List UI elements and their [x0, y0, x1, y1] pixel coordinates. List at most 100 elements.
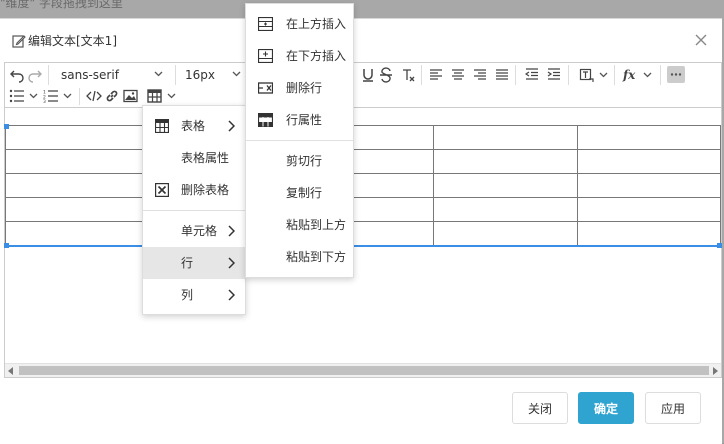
menu-item-paste-row-above[interactable]: 粘贴到上方: [246, 209, 353, 241]
apply-button[interactable]: 应用: [645, 392, 701, 424]
table-row[interactable]: [5, 125, 721, 150]
svg-text:fx: fx: [622, 68, 636, 82]
source-code-icon[interactable]: [86, 89, 102, 103]
toolbar-separator: [568, 65, 569, 85]
menu-item-row[interactable]: 行: [143, 247, 245, 279]
rich-text-editor: sans-serif 16px fx 1 2 3: [4, 62, 722, 378]
delete-row-icon: [258, 82, 273, 94]
table-cell[interactable]: [5, 197, 144, 222]
align-right-icon[interactable]: [473, 68, 487, 82]
table-icon: [155, 119, 169, 133]
image-icon[interactable]: [123, 89, 138, 103]
ok-button[interactable]: 确定: [578, 392, 634, 424]
menu-item-table[interactable]: 表格: [143, 110, 245, 142]
menu-item-label: 在上方插入: [286, 17, 347, 31]
table-row[interactable]: [5, 149, 721, 174]
content-table[interactable]: [5, 125, 721, 246]
menu-item-cut-row[interactable]: 剪切行: [246, 145, 353, 177]
table-cell[interactable]: [433, 125, 578, 150]
menu-item-label: 删除行: [286, 81, 323, 95]
table-context-menu: 表格 表格属性 删除表格 单元格 行 列: [142, 105, 246, 315]
undo-icon[interactable]: [9, 67, 25, 83]
chevron-down-icon[interactable]: [643, 72, 652, 78]
menu-item-row-properties[interactable]: 行属性: [246, 104, 353, 136]
menu-item-label: 行: [181, 256, 194, 270]
chevron-down-icon[interactable]: [63, 93, 72, 99]
strikethrough-icon[interactable]: [379, 67, 393, 83]
table-row[interactable]: [5, 173, 721, 198]
table-cell[interactable]: [5, 173, 144, 198]
menu-item-label: 粘贴到下方: [286, 250, 347, 264]
menu-item-label: 行属性: [286, 113, 323, 127]
toolbar-separator: [614, 65, 615, 85]
font-family-select[interactable]: sans-serif: [61, 65, 169, 85]
redo-icon[interactable]: [27, 67, 43, 83]
menu-item-column[interactable]: 列: [143, 279, 245, 311]
menu-item-label: 在下方插入: [286, 49, 347, 63]
menu-item-insert-row-above[interactable]: 在上方插入: [246, 8, 353, 40]
table-cell[interactable]: [433, 221, 578, 246]
close-icon[interactable]: [692, 31, 710, 49]
table-cell[interactable]: [577, 197, 721, 222]
font-size-select[interactable]: 16px: [185, 65, 245, 85]
chevron-down-icon[interactable]: [29, 93, 38, 99]
menu-item-label: 删除表格: [181, 183, 230, 197]
table-cell[interactable]: [433, 173, 578, 198]
menu-item-insert-row-below[interactable]: 在下方插入: [246, 40, 353, 72]
align-left-icon[interactable]: [429, 68, 443, 82]
scroll-left-icon[interactable]: [8, 367, 13, 375]
bullet-list-icon[interactable]: [9, 89, 25, 103]
link-icon[interactable]: [105, 89, 119, 103]
scrollbar-thumb[interactable]: [19, 366, 709, 375]
table-cell[interactable]: [577, 221, 721, 246]
menu-item-delete-row[interactable]: 删除行: [246, 72, 353, 104]
menu-item-copy-row[interactable]: 复制行: [246, 177, 353, 209]
chevron-down-icon[interactable]: [599, 72, 608, 78]
chevron-down-icon: [154, 71, 163, 77]
scroll-right-icon[interactable]: [713, 367, 718, 375]
table-row[interactable]: [5, 197, 721, 222]
more-button[interactable]: [667, 66, 685, 83]
table-row[interactable]: [5, 221, 721, 246]
toolbar-separator: [421, 65, 422, 85]
indent-icon[interactable]: [547, 68, 561, 82]
table-cell[interactable]: [577, 125, 721, 150]
toolbar-separator: [175, 65, 176, 85]
table-cell[interactable]: [577, 173, 721, 198]
table-cell[interactable]: [433, 149, 578, 174]
horizontal-scrollbar[interactable]: [5, 363, 721, 377]
text-box-icon[interactable]: [579, 67, 595, 83]
align-justify-icon[interactable]: [495, 68, 509, 82]
numbered-list-icon[interactable]: 123: [43, 89, 59, 103]
chevron-down-icon[interactable]: [167, 93, 176, 99]
insert-row-below-icon: [258, 49, 273, 63]
table-cell[interactable]: [5, 149, 144, 174]
underline-icon[interactable]: [361, 67, 375, 83]
toolbar-separator: [515, 65, 516, 85]
outdent-icon[interactable]: [525, 68, 539, 82]
table-cell[interactable]: [433, 197, 578, 222]
menu-item-table-properties[interactable]: 表格属性: [143, 142, 245, 174]
edit-text-dialog: 编辑文本[文本1] sans-serif 16px fx 1 2 3 关闭 确定…: [0, 18, 722, 444]
align-center-icon[interactable]: [451, 68, 465, 82]
dialog-title-text: 编辑文本[文本1]: [28, 34, 117, 48]
more-icon: [670, 73, 682, 76]
editor-toolbar: sans-serif 16px fx 1 2 3: [5, 63, 721, 108]
table-cell[interactable]: [5, 125, 144, 150]
delete-table-icon: [155, 183, 169, 197]
close-button[interactable]: 关闭: [512, 392, 568, 424]
clear-format-icon[interactable]: [401, 67, 415, 83]
dialog-title: 编辑文本[文本1]: [12, 32, 117, 50]
menu-item-delete-table[interactable]: 删除表格: [143, 174, 245, 206]
menu-item-paste-row-below[interactable]: 粘贴到下方: [246, 241, 353, 273]
chevron-right-icon: [228, 225, 235, 237]
table-cell[interactable]: [5, 221, 144, 246]
resize-handle[interactable]: [4, 124, 9, 129]
formula-icon[interactable]: fx: [622, 67, 640, 83]
menu-item-cell[interactable]: 单元格: [143, 215, 245, 247]
svg-text:3: 3: [43, 99, 46, 103]
table-icon[interactable]: [147, 89, 162, 103]
drop-zone-hint: "维度" 字段拖拽到这里: [0, 0, 123, 10]
chevron-right-icon: [228, 257, 235, 269]
table-cell[interactable]: [577, 149, 721, 174]
